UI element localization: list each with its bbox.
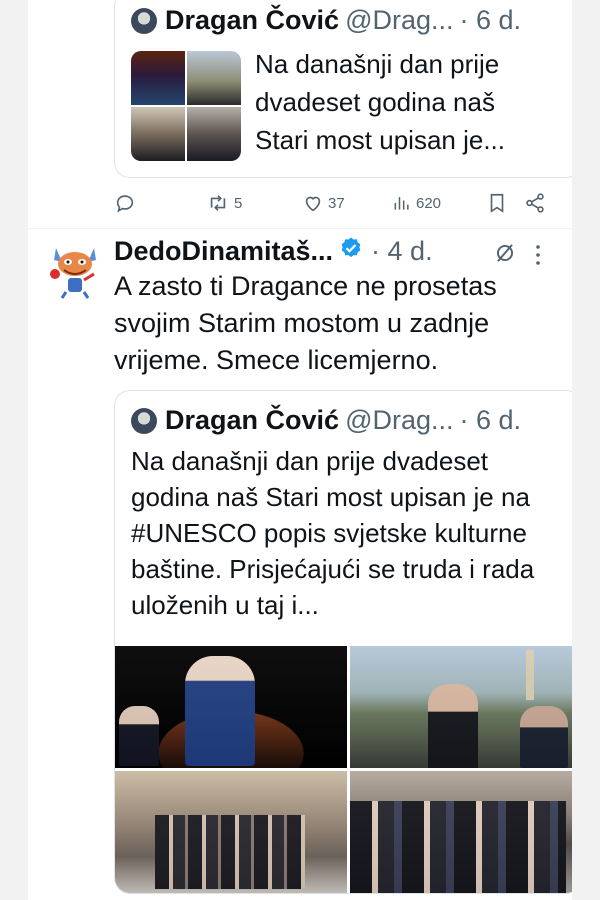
media-grid	[115, 646, 572, 893]
thumbnail-photo	[131, 51, 185, 105]
quoted-author-avatar	[131, 407, 157, 434]
tweet-action-bar: 5 37 620	[114, 186, 572, 220]
cartoon-avatar-icon	[50, 248, 96, 299]
views-button[interactable]: 620	[392, 192, 441, 214]
more-options-button[interactable]	[534, 244, 542, 271]
quoted-tweet-header: Dragan Čović @Drag... · 6 d.	[131, 405, 521, 436]
share-button[interactable]	[524, 192, 546, 214]
quoted-tweet-card[interactable]: Dragan Čović @Drag... · 6 d. Na današnji…	[114, 0, 572, 178]
views-icon	[394, 197, 409, 210]
quoted-media-thumbnail[interactable]	[131, 51, 241, 161]
more-icon	[536, 245, 540, 265]
share-icon	[526, 193, 544, 213]
quoted-tweet-time[interactable]: · 6 d.	[460, 405, 522, 436]
tweet-time[interactable]: · 4 d.	[371, 236, 433, 267]
grok-button[interactable]	[492, 240, 518, 271]
repost-button[interactable]: 5	[206, 192, 242, 214]
tweet-header: DedoDinamitaš... · 4 d.	[114, 236, 433, 267]
quoted-tweet-text: Na današnji dan prije dvadeset godina na…	[255, 49, 505, 155]
quoted-author-handle[interactable]: @Drag...	[345, 5, 453, 36]
bookmark-icon	[490, 193, 504, 213]
media-photo[interactable]	[349, 646, 572, 768]
author-name[interactable]: DedoDinamitaš...	[114, 236, 333, 267]
grok-icon	[496, 244, 514, 262]
media-photo[interactable]	[115, 646, 347, 768]
verified-badge-icon[interactable]	[339, 236, 363, 267]
author-avatar[interactable]	[48, 240, 102, 300]
repost-icon	[210, 195, 226, 211]
reply-icon	[116, 195, 134, 213]
tweet-text: A zasto ti Dragance ne prosetas svojim S…	[114, 271, 497, 375]
timeline: Dragan Čović @Drag... · 6 d. Na današnji…	[28, 0, 572, 900]
reply-button[interactable]	[114, 192, 136, 214]
quoted-tweet-header: Dragan Čović @Drag... · 6 d.	[131, 5, 521, 36]
quoted-author-name[interactable]: Dragan Čović	[165, 5, 339, 36]
quoted-author-avatar	[131, 7, 157, 34]
thumbnail-photo	[187, 107, 241, 161]
quoted-tweet-text: Na današnji dan prije dvadeset godina na…	[131, 446, 535, 620]
quoted-author-handle[interactable]: @Drag...	[345, 405, 453, 436]
bookmark-button[interactable]	[486, 192, 508, 214]
like-button[interactable]: 37	[302, 192, 345, 214]
quoted-tweet-card[interactable]: Dragan Čović @Drag... · 6 d. Na današnji…	[114, 390, 572, 894]
like-icon	[305, 196, 321, 212]
thumbnail-photo	[187, 51, 241, 105]
media-photo[interactable]	[349, 771, 572, 893]
views-count: 620	[416, 194, 442, 212]
media-photo[interactable]	[115, 771, 347, 893]
like-count: 37	[328, 194, 345, 212]
quoted-tweet-time[interactable]: · 6 d.	[460, 5, 522, 36]
quoted-author-name[interactable]: Dragan Čović	[165, 405, 339, 436]
thumbnail-photo	[131, 107, 185, 161]
repost-count: 5	[234, 194, 243, 212]
tweet-divider	[28, 228, 572, 229]
